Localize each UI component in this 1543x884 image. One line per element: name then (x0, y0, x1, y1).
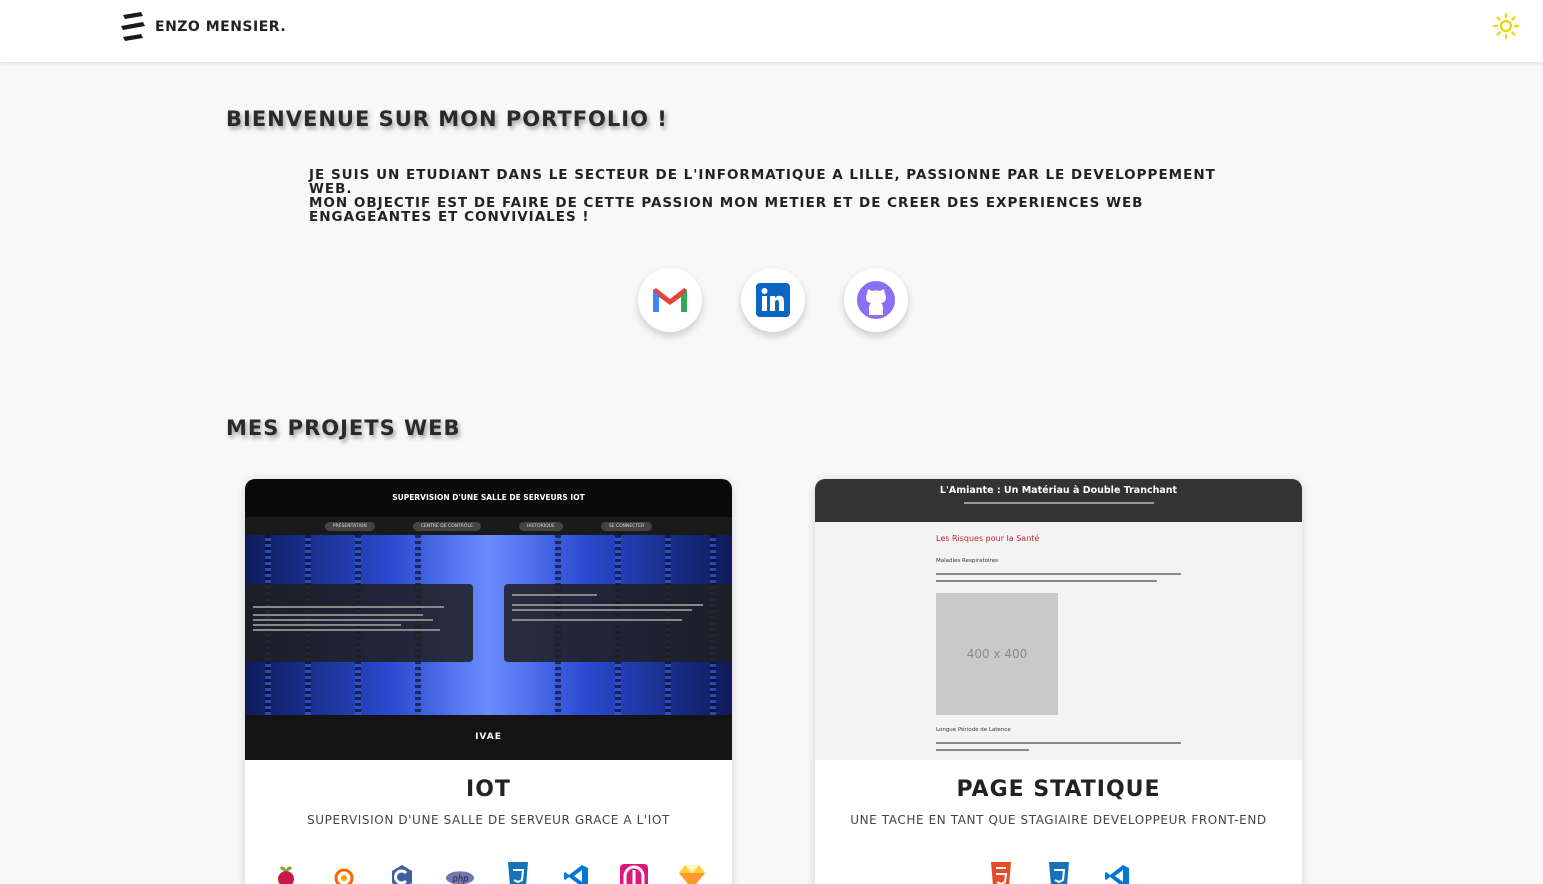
preview-nav-item: PRÉSENTATION (324, 521, 375, 531)
preview-body: Les Risques pour la Santé Maladies Respi… (815, 522, 1302, 760)
projects-title: Mes projets web (226, 416, 461, 440)
preview-nav-item: CENTRE DE CONTRÔLE (412, 521, 481, 531)
top-navbar: ENZO MENSIER. (0, 0, 1543, 62)
preview-footer-logo: IVAE (245, 715, 732, 760)
welcome-title: Bienvenue sur mon portfolio ! (226, 107, 668, 131)
preview-text-box (245, 584, 473, 662)
preview-nav: PRÉSENTATION CENTRE DE CONTRÔLE HISTORIQ… (245, 517, 732, 535)
project-card-static-page[interactable]: L'Amiante : Un Matériau à Double Trancha… (815, 479, 1302, 884)
preview-title: L'Amiante : Un Matériau à Double Trancha… (939, 485, 1178, 496)
logo-text: ENZO MENSIER. (155, 19, 287, 35)
project-title: Page statique (956, 777, 1161, 802)
theme-toggle-button[interactable] (1492, 12, 1520, 40)
project-subtitle: Supervision d'une salle de serveur grace… (307, 813, 670, 827)
css3-icon (503, 861, 533, 884)
logo-icon (121, 12, 145, 41)
preview-header: L'Amiante : Un Matériau à Double Trancha… (815, 479, 1302, 522)
linkedin-link[interactable] (741, 268, 805, 332)
preview-text-line (936, 580, 1181, 582)
sketch-icon (677, 861, 707, 884)
github-link[interactable] (844, 268, 908, 332)
css3-icon (1044, 861, 1074, 884)
intro-line-1: Je suis un etudiant dans le secteur de l… (309, 167, 1216, 197)
preview-text-line (936, 749, 1181, 751)
html5-icon (986, 861, 1016, 884)
site-logo[interactable]: ENZO MENSIER. (119, 12, 286, 42)
vscode-icon (561, 861, 591, 884)
gmail-link[interactable] (638, 268, 702, 332)
preview-placeholder-image: 400 x 400 (936, 593, 1058, 715)
project-subtitle: Une tache en tant que stagiaire developp… (850, 813, 1267, 827)
preview-section-title: Les Risques pour la Santé (936, 534, 1040, 543)
svg-text:php: php (451, 874, 468, 884)
preview-nav-item: SE CONNECTER (600, 521, 653, 531)
raspberry-pi-icon (271, 861, 301, 884)
c-icon (387, 861, 417, 884)
project-card-iot[interactable]: SUPERVISION D'UNE SALLE DE SERVEURS IOT … (245, 479, 732, 884)
project-preview-static-page: L'Amiante : Un Matériau à Double Trancha… (815, 479, 1302, 760)
grafana-icon (329, 861, 359, 884)
preview-subheading: Longue Période de Latence (936, 727, 1011, 733)
project-title: IoT (466, 777, 511, 802)
preview-hero-image (245, 535, 732, 715)
preview-text-line (936, 742, 1181, 744)
preview-subheading: Maladies Respiratoires (936, 558, 998, 564)
intro-line-2: Mon objectif est de faire de cette passi… (309, 195, 1144, 225)
preview-nav-item: HISTORIQUE (518, 521, 563, 531)
preview-header-subline (815, 496, 1302, 504)
tech-stack (815, 861, 1302, 884)
gmail-icon (653, 288, 687, 312)
github-icon (857, 281, 895, 319)
preview-text-box (504, 584, 732, 662)
vscode-icon (1102, 861, 1132, 884)
mqtt-icon (619, 861, 649, 884)
preview-text-line (936, 573, 1181, 575)
sun-icon (1492, 12, 1520, 40)
php-icon: php (445, 861, 475, 884)
tech-stack: php (245, 861, 732, 884)
preview-header: SUPERVISION D'UNE SALLE DE SERVEURS IOT (245, 479, 732, 517)
linkedin-icon (756, 283, 790, 317)
project-preview-iot: SUPERVISION D'UNE SALLE DE SERVEURS IOT … (245, 479, 732, 760)
